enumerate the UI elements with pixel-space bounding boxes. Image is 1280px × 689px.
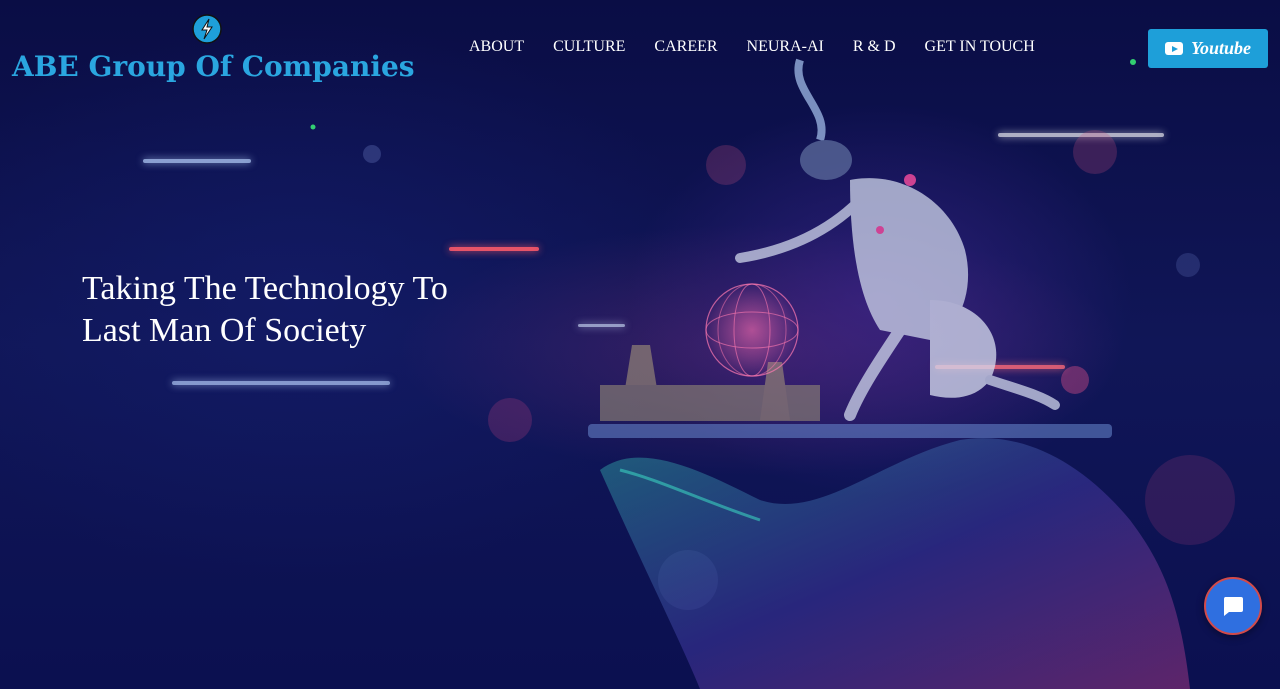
- floating-platform: [588, 424, 1112, 438]
- nav-item-r-and-d[interactable]: R & D: [853, 38, 896, 56]
- lightning-bolt-icon: [192, 14, 222, 44]
- main-nav: ABOUT CULTURE CAREER NEURA-AI R & D GET …: [469, 38, 1064, 56]
- hero-title: Taking The Technology To Last Man Of Soc…: [82, 270, 448, 349]
- nav-item-culture[interactable]: CULTURE: [553, 38, 625, 56]
- youtube-button-label: Youtube: [1190, 38, 1251, 58]
- nav-item-career[interactable]: CAREER: [654, 38, 717, 56]
- nav-item-neura-ai[interactable]: NEURA-AI: [747, 38, 824, 56]
- brand-logo[interactable]: ABE Group Of Companies: [12, 14, 415, 90]
- nav-item-get-in-touch[interactable]: GET IN TOUCH: [925, 38, 1035, 56]
- nav-item-about[interactable]: ABOUT: [469, 38, 524, 56]
- chat-bubble-icon: [1223, 597, 1243, 616]
- chat-widget-button[interactable]: [1204, 577, 1262, 635]
- geodesic-sphere: [704, 282, 800, 378]
- youtube-play-icon: [1164, 42, 1183, 55]
- youtube-button[interactable]: Youtube: [1148, 29, 1268, 68]
- brand-name: ABE Group Of Companies: [12, 50, 415, 83]
- hand-shape: [600, 438, 1190, 689]
